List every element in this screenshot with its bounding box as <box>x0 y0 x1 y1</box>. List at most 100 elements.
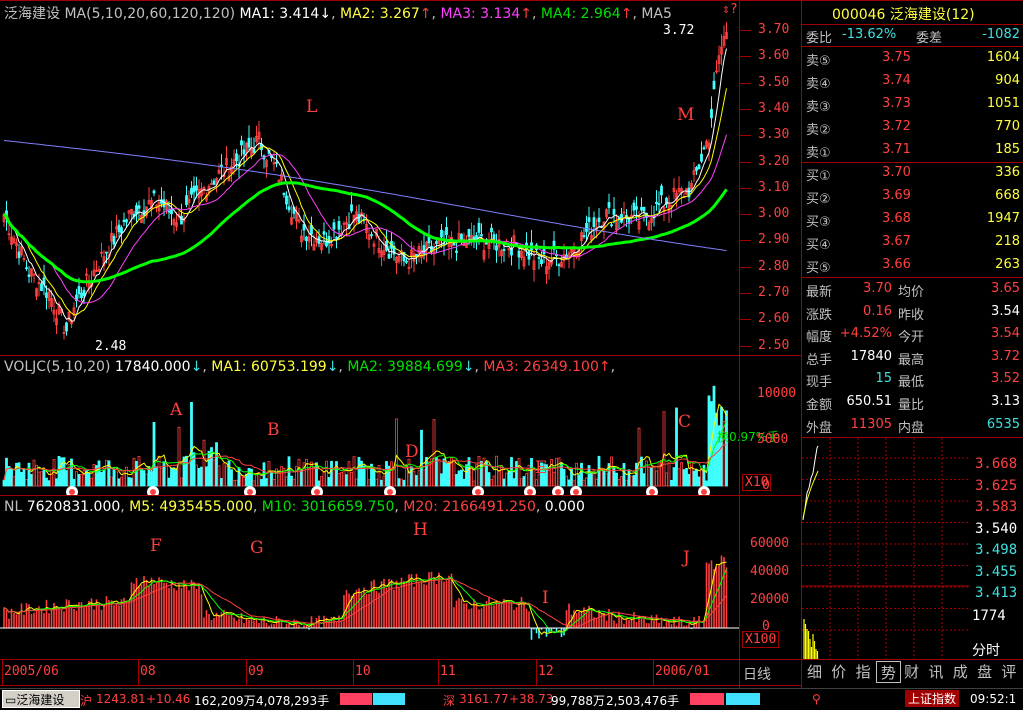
volume-bar <box>402 479 406 487</box>
event-marker-icon[interactable] <box>570 486 582 495</box>
volume-bar <box>50 469 53 487</box>
event-marker-icon[interactable] <box>698 486 710 495</box>
event-marker-icon[interactable] <box>552 486 564 495</box>
volume-bar <box>65 470 68 487</box>
quote-tab[interactable]: 细 <box>803 661 826 683</box>
candle <box>527 249 531 266</box>
volume-bar <box>255 474 258 487</box>
quote-tab[interactable]: 财 <box>900 661 923 683</box>
volume-bar <box>17 462 21 487</box>
quote-tab[interactable]: 盘 <box>973 661 996 683</box>
volume-bar <box>375 478 378 487</box>
candle <box>32 273 36 283</box>
candle <box>705 139 708 150</box>
event-marker-icon[interactable] <box>147 486 159 495</box>
quote-tab[interactable]: 评 <box>997 661 1020 683</box>
nl-annotation-f: F <box>150 536 162 556</box>
quote-tab[interactable]: 指 <box>852 661 875 683</box>
bid-row[interactable]: 买① 3.70 336 <box>804 163 1022 184</box>
date-tick: 11 <box>440 664 456 679</box>
quote-tab[interactable]: 势 <box>875 661 901 683</box>
candle <box>382 237 386 261</box>
ask-row[interactable]: 卖③ 3.73 1051 <box>804 94 1022 115</box>
candle <box>300 229 303 248</box>
candle <box>62 325 66 340</box>
candle <box>92 260 96 277</box>
sz-index: 3161.77 <box>459 692 509 706</box>
volume-bar <box>110 476 113 487</box>
volume-bar <box>662 411 666 487</box>
volume-bar <box>397 478 401 487</box>
bid-row[interactable]: 买③ 3.68 1947 <box>804 209 1022 230</box>
candle <box>607 193 611 214</box>
event-marker-icon[interactable] <box>524 486 536 495</box>
intraday-label[interactable]: 分时 <box>972 640 1000 660</box>
price-candlestick-chart[interactable] <box>0 22 739 355</box>
event-marker-icon[interactable] <box>384 486 396 495</box>
candle <box>632 199 636 217</box>
volume-bar <box>405 467 408 487</box>
volume-annotation-a: A <box>170 400 183 420</box>
candle <box>370 231 373 239</box>
volume-bar <box>487 472 491 487</box>
volume-tick: 10000 <box>757 386 797 401</box>
volume-bar <box>155 466 158 487</box>
volume-tick: 0 <box>762 478 770 493</box>
volume-bar <box>330 460 333 487</box>
nl-m20: M20: 2166491.250 <box>403 499 536 515</box>
period-label[interactable]: 日线 <box>743 664 771 684</box>
ask-row[interactable]: 卖① 3.71 185 <box>804 140 1022 161</box>
candle <box>552 231 556 255</box>
event-marker-icon[interactable] <box>244 486 256 495</box>
quote-tab[interactable]: 讯 <box>925 661 948 683</box>
volume-bar <box>142 470 146 487</box>
candle <box>152 189 156 197</box>
candle <box>635 196 638 222</box>
volume-bar <box>272 478 276 487</box>
volume-bar <box>232 480 236 487</box>
bid-row[interactable]: 买④ 3.67 218 <box>804 232 1022 253</box>
nl-chart[interactable] <box>0 516 739 659</box>
volume-bar <box>140 468 143 487</box>
event-marker-icon[interactable] <box>311 486 323 495</box>
candle <box>495 233 498 263</box>
index-button[interactable]: 上证指数 <box>905 690 960 707</box>
event-marker-icon[interactable] <box>66 486 78 495</box>
candle <box>405 257 408 264</box>
app-taskbar-button[interactable]: ▭泛海建设 <box>2 690 80 708</box>
nl-label: NL <box>4 499 23 515</box>
volume-bar <box>677 468 681 487</box>
volume-chart[interactable] <box>0 376 739 495</box>
event-marker-icon[interactable] <box>472 486 484 495</box>
nl-zero: 0.000 <box>544 499 585 515</box>
volume-bar <box>472 480 476 487</box>
volume-bar <box>630 475 633 487</box>
ask-row[interactable]: 卖④ 3.74 904 <box>804 71 1022 92</box>
sz-volume: 2,503,476手 <box>606 694 680 708</box>
quote-tab[interactable]: 价 <box>827 661 850 683</box>
volume-bar <box>150 471 153 487</box>
ask-row[interactable]: 卖② 3.72 770 <box>804 117 1022 138</box>
sh-down-bar <box>373 693 405 705</box>
intraday-mini-chart[interactable] <box>802 438 970 659</box>
event-marker-icon[interactable] <box>646 486 658 495</box>
candle <box>612 197 616 224</box>
signal-icon: ⚲ <box>812 692 821 706</box>
volume-bar <box>657 461 661 487</box>
bid-row[interactable]: 买② 3.69 668 <box>804 186 1022 207</box>
volume-bar <box>200 466 203 487</box>
volume-bar <box>420 429 423 487</box>
price-tick: 2.50 <box>758 337 790 353</box>
nl-tick: 20000 <box>750 592 790 607</box>
candle <box>460 233 463 245</box>
ask-row[interactable]: 卖⑤ 3.75 1604 <box>804 48 1022 69</box>
candle <box>432 243 436 266</box>
candle <box>265 158 268 178</box>
bid-row[interactable]: 买⑤ 3.66 263 <box>804 255 1022 276</box>
volume-bar <box>460 469 463 487</box>
candle <box>392 241 396 261</box>
volume-bar <box>242 476 246 487</box>
quote-tab[interactable]: 成 <box>949 661 972 683</box>
scroll-arrows-icon[interactable]: ⇕? <box>722 2 738 17</box>
volume-bar <box>622 463 626 487</box>
